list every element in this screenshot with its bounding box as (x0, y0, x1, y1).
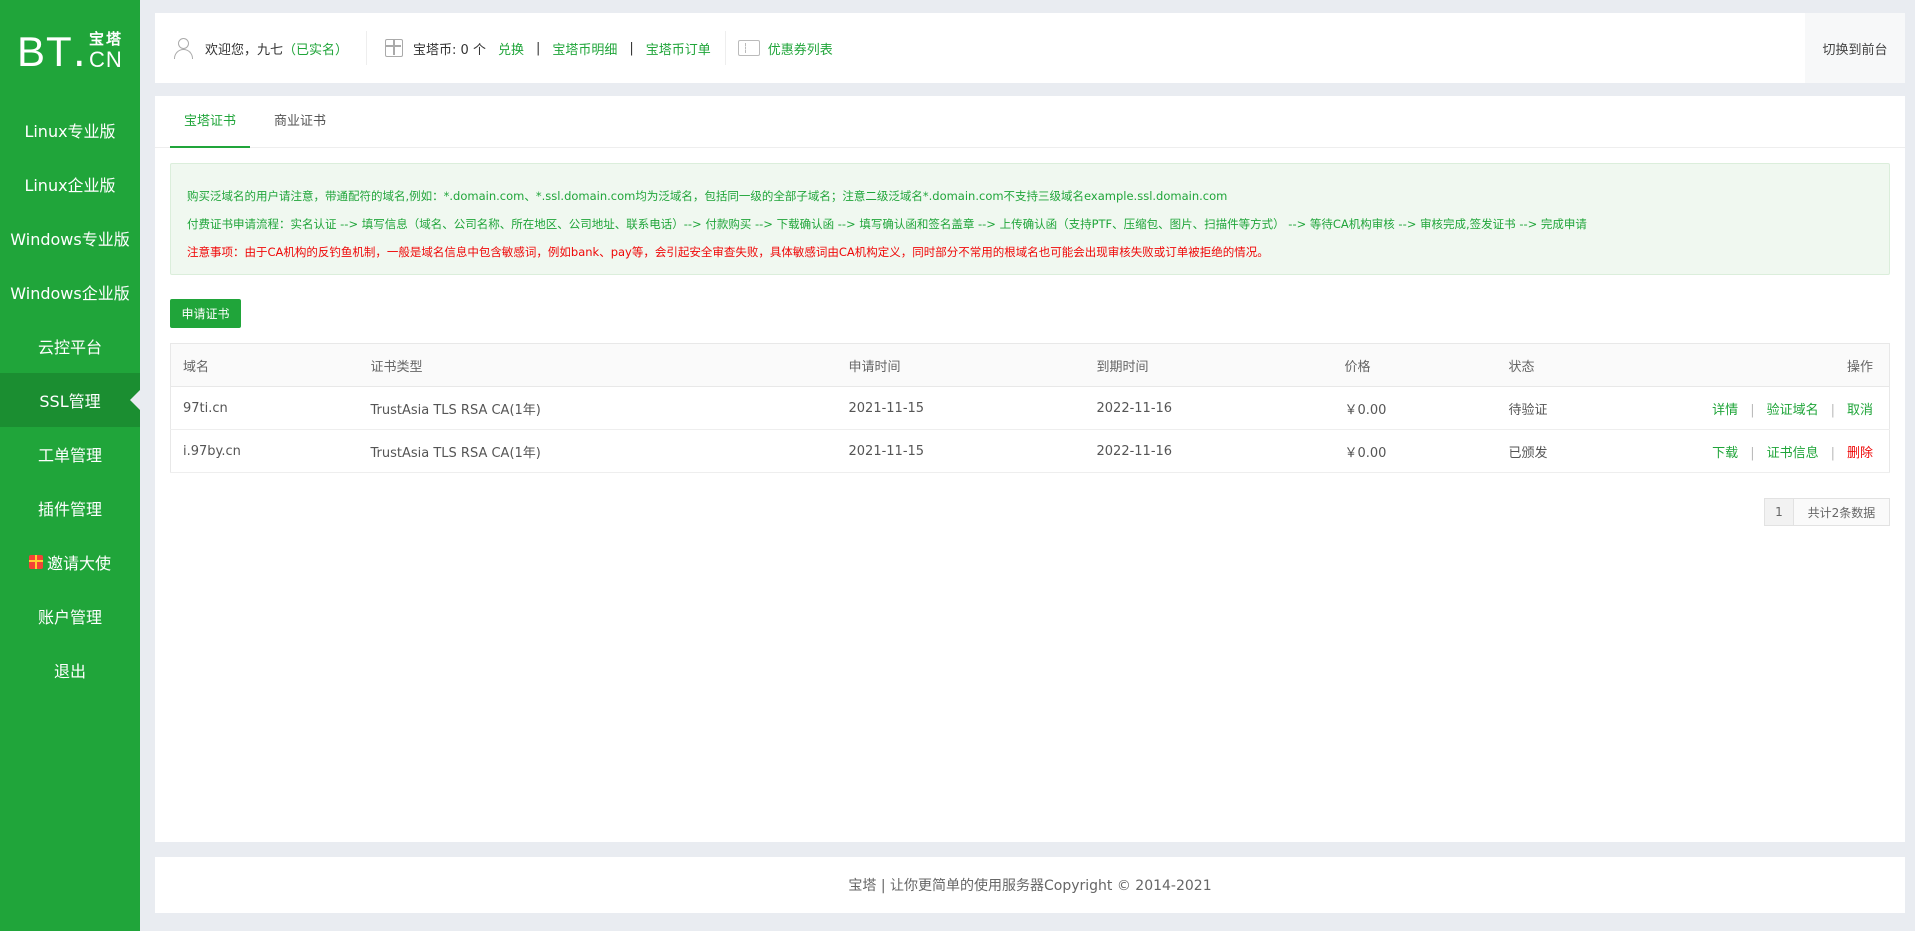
top-header: 欢迎您，九七 （已实名） 宝塔币: 0 个 兑换 | 宝塔币明细 | 宝塔币订单… (155, 13, 1905, 83)
coupon-info: 优惠券列表 (726, 31, 833, 65)
table-row: 97ti.cn TrustAsia TLS RSA CA(1年) 2021-11… (170, 386, 1890, 430)
verify-domain-link[interactable]: 验证域名 (1767, 403, 1819, 418)
sidebar-item-invite[interactable]: 邀请大使 (0, 535, 140, 589)
col-cert-type: 证书类型 (370, 343, 849, 387)
sidebar-item-label: 插件管理 (37, 500, 102, 519)
col-apply-date: 申请时间 (848, 343, 1097, 387)
notice-box: 购买泛域名的用户请注意，带通配符的域名,例如：*.domain.com、*.ss… (170, 163, 1890, 275)
cell-domain: 97ti.cn (170, 386, 371, 430)
sidebar-item-cloud-control[interactable]: 云控平台 (0, 319, 140, 373)
separator: | (535, 40, 541, 56)
cell-status: 待验证 (1508, 386, 1659, 430)
col-status: 状态 (1508, 343, 1659, 387)
total-count: 共计2条数据 (1794, 498, 1890, 526)
user-icon (173, 37, 193, 59)
cell-price: ￥0.00 (1344, 429, 1509, 473)
sidebar-item-tickets[interactable]: 工单管理 (0, 427, 140, 481)
pagination: 1 共计2条数据 (1764, 498, 1890, 526)
sidebar-item-label: 退出 (53, 662, 86, 681)
table-header-row: 域名 证书类型 申请时间 到期时间 价格 状态 操作 (170, 343, 1890, 387)
main-panel: 宝塔证书 商业证书 购买泛域名的用户请注意，带通配符的域名,例如：*.domai… (155, 96, 1905, 842)
separator: | (1830, 445, 1835, 461)
sidebar-item-label: 工单管理 (37, 446, 102, 465)
cert-table: 域名 证书类型 申请时间 到期时间 价格 状态 操作 97ti.cn Trust… (170, 343, 1890, 473)
sidebar-item-label: Windows企业版 (10, 284, 130, 303)
notice-process: 付费证书申请流程：实名认证 --> 填写信息（域名、公司名称、所在地区、公司地址… (187, 217, 1587, 231)
sidebar-item-plugins[interactable]: 插件管理 (0, 481, 140, 535)
cell-ops: 下载 | 证书信息 | 删除 (1658, 429, 1890, 473)
ticket-icon (737, 40, 760, 56)
sidebar-item-label: 邀请大使 (46, 554, 111, 573)
gift-box-icon (385, 39, 404, 57)
cell-expire-date: 2022-11-16 (1096, 429, 1345, 473)
download-link[interactable]: 下载 (1712, 446, 1738, 461)
sidebar-item-linux-enterprise[interactable]: Linux企业版 (0, 157, 140, 211)
footer: 宝塔 | 让你更简单的使用服务器Copyright © 2014-2021 (155, 857, 1905, 913)
sidebar-item-label: Linux专业版 (24, 122, 116, 141)
table-row: i.97by.cn TrustAsia TLS RSA CA(1年) 2021-… (170, 429, 1890, 473)
coupon-list-link[interactable]: 优惠券列表 (768, 39, 833, 58)
coin-info: 宝塔币: 0 个 兑换 | 宝塔币明细 | 宝塔币订单 (367, 31, 726, 65)
sidebar: BT. 宝塔 CN Linux专业版 Linux企业版 Windows专业版 W… (0, 0, 140, 931)
apply-cert-button[interactable]: 申请证书 (170, 299, 241, 328)
col-ops: 操作 (1658, 343, 1890, 387)
cell-price: ￥0.00 (1344, 386, 1509, 430)
cell-apply-date: 2021-11-15 (848, 429, 1097, 473)
user-info: 欢迎您，九七 （已实名） (155, 31, 368, 65)
coin-orders-link[interactable]: 宝塔币订单 (646, 39, 711, 58)
cell-cert-type: TrustAsia TLS RSA CA(1年) (370, 386, 849, 430)
cell-apply-date: 2021-11-15 (848, 386, 1097, 430)
col-domain: 域名 (170, 343, 371, 387)
cell-cert-type: TrustAsia TLS RSA CA(1年) (370, 429, 849, 473)
sidebar-item-account[interactable]: 账户管理 (0, 589, 140, 643)
tab-bt-cert[interactable]: 宝塔证书 (170, 96, 251, 148)
separator: | (1750, 402, 1755, 418)
separator: | (629, 40, 634, 56)
notice-wildcard: 购买泛域名的用户请注意，带通配符的域名,例如：*.domain.com、*.ss… (187, 189, 1228, 203)
sidebar-item-windows-pro[interactable]: Windows专业版 (0, 211, 140, 265)
logo-bt: BT (16, 27, 73, 75)
logo-cn-chinese: 宝塔 (89, 30, 124, 48)
delete-link[interactable]: 删除 (1847, 446, 1873, 461)
col-price: 价格 (1344, 343, 1509, 387)
sidebar-item-ssl[interactable]: SSL管理 (0, 373, 140, 427)
welcome-text: 欢迎您，九七 (205, 42, 284, 58)
sidebar-item-linux-pro[interactable]: Linux专业版 (0, 103, 140, 157)
coin-balance: 宝塔币: 0 个 (413, 42, 486, 58)
sidebar-item-windows-enterprise[interactable]: Windows企业版 (0, 265, 140, 319)
page-number[interactable]: 1 (1764, 498, 1794, 526)
sidebar-item-label: Windows专业版 (10, 230, 130, 249)
sidebar-item-logout[interactable]: 退出 (0, 643, 140, 697)
cell-status: 已颁发 (1508, 429, 1659, 473)
cell-expire-date: 2022-11-16 (1096, 386, 1345, 430)
details-link[interactable]: 详情 (1712, 403, 1738, 418)
cancel-link[interactable]: 取消 (1847, 403, 1873, 418)
notice-warning: 注意事项：由于CA机构的反钓鱼机制，一般是域名信息中包含敏感词，例如bank、p… (187, 245, 1269, 259)
coin-detail-link[interactable]: 宝塔币明细 (552, 39, 617, 58)
cell-domain: i.97by.cn (170, 429, 371, 473)
cert-info-link[interactable]: 证书信息 (1767, 446, 1819, 461)
sidebar-item-label: Linux企业版 (24, 176, 116, 195)
logo[interactable]: BT. 宝塔 CN (0, 0, 140, 103)
logo-dot: . (72, 27, 86, 76)
sidebar-item-label: SSL管理 (39, 392, 101, 411)
cert-tabs: 宝塔证书 商业证书 (155, 96, 1905, 148)
gift-icon (28, 555, 43, 569)
exchange-link[interactable]: 兑换 (498, 39, 524, 58)
separator: | (1830, 402, 1835, 418)
tab-commercial-cert[interactable]: 商业证书 (260, 96, 340, 148)
col-expire-date: 到期时间 (1096, 343, 1345, 387)
verified-link[interactable]: （已实名） (283, 39, 348, 58)
sidebar-item-label: 云控平台 (37, 338, 102, 357)
sidebar-item-label: 账户管理 (37, 608, 102, 627)
cell-ops: 详情 | 验证域名 | 取消 (1658, 386, 1890, 430)
logo-cn: CN (89, 47, 123, 72)
separator: | (1750, 445, 1755, 461)
switch-front-button[interactable]: 切换到前台 (1805, 13, 1905, 83)
